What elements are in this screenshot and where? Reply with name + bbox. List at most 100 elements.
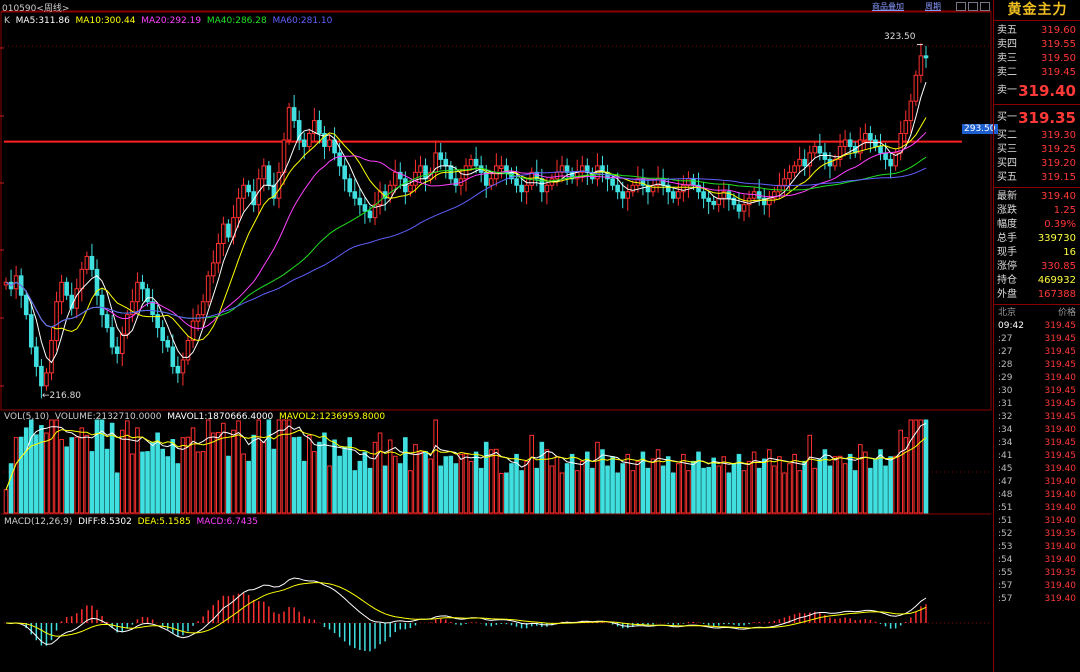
volume-bar <box>256 419 262 514</box>
candle-body <box>28 314 34 348</box>
volume-bar <box>630 470 636 514</box>
candle-body <box>473 158 479 167</box>
bid1-row: 买一 319.35 <box>997 109 1076 127</box>
tick-row[interactable]: :57 319.40 <box>994 593 1080 606</box>
candle-body <box>802 158 807 167</box>
tick-row[interactable]: :31 319.45 <box>994 398 1080 411</box>
candle-body <box>261 165 267 180</box>
candle-body <box>842 139 848 147</box>
tick-row[interactable]: :57 319.40 <box>994 580 1080 593</box>
tick-row[interactable]: :32 319.45 <box>994 411 1080 424</box>
volume-bar <box>605 465 610 514</box>
tick-row[interactable]: :54 319.40 <box>994 554 1080 567</box>
volume-bar <box>408 470 413 514</box>
volume-bar <box>216 432 221 514</box>
volume-bar <box>483 441 489 514</box>
product-overlay-link[interactable]: 商品叠加 <box>872 1 904 12</box>
candle-body <box>175 365 181 374</box>
candle-body <box>822 152 828 160</box>
tick-row[interactable]: :30 319.45 <box>994 385 1080 398</box>
volume-bar <box>842 463 848 514</box>
tick-row[interactable]: :27 319.45 <box>994 333 1080 346</box>
candle-body <box>89 255 95 270</box>
volume-bar <box>28 419 34 514</box>
tick-row[interactable]: :55 319.35 <box>994 567 1080 580</box>
candle-body <box>54 301 59 342</box>
volume-bar <box>893 455 898 514</box>
k-label: K <box>4 16 10 26</box>
volume-bar <box>74 436 80 514</box>
candle-body <box>281 139 287 173</box>
ask-list: 卖五 319.60 卖四 319.55 卖三 319.50 卖二 319.45 <box>994 21 1080 80</box>
kline-chart[interactable] <box>0 0 992 672</box>
volume-bar <box>812 467 818 514</box>
volume-bar <box>155 432 160 514</box>
volume-bar <box>175 463 181 514</box>
volume-bar <box>883 465 888 514</box>
volume-bar <box>524 460 529 514</box>
tick-list[interactable]: 09:42 319.45:27 319.45:27 319.45:28 319.45:2… <box>994 320 1080 606</box>
candle-body <box>200 301 206 316</box>
tick-row[interactable]: :48 319.40 <box>994 489 1080 502</box>
volume-bar <box>418 451 423 514</box>
volume-bar <box>392 455 398 514</box>
volume-bar <box>64 446 69 514</box>
tick-row[interactable]: :52 319.35 <box>994 528 1080 541</box>
volume-bar <box>403 437 408 514</box>
quote-panel: 黄金主力 卖五 319.60 卖四 319.55 卖三 319.50 卖二 319.45 卖一… <box>993 0 1080 672</box>
tick-row[interactable]: :41 319.45 <box>994 450 1080 463</box>
volume-bar <box>160 448 166 514</box>
volume-bar <box>458 453 464 514</box>
ma10-label: MA10:300.44 <box>75 16 136 26</box>
minimize-icon[interactable] <box>956 2 966 11</box>
candle-body <box>236 197 241 219</box>
tick-row[interactable]: :51 319.40 <box>994 515 1080 528</box>
tick-row[interactable]: :53 319.40 <box>994 541 1080 554</box>
candle-body <box>736 204 742 212</box>
vol-legend: VOL(5,10) VOLUME:2132710.0000 MAVOL1:187… <box>4 412 386 422</box>
maximize-icon[interactable] <box>968 2 978 11</box>
candle-body <box>44 372 49 387</box>
candle-body <box>241 184 246 199</box>
tick-row[interactable]: :34 319.45 <box>994 437 1080 450</box>
tick-row[interactable]: :28 319.45 <box>994 359 1080 372</box>
candle-body <box>109 327 115 348</box>
tick-row[interactable]: :51 319.40 <box>994 502 1080 515</box>
volume-bar <box>857 444 863 514</box>
period-link[interactable]: 周期 <box>925 1 941 12</box>
volume-bar <box>428 458 433 514</box>
volume-bar <box>726 472 732 514</box>
volume-bar <box>711 457 716 514</box>
volume-bar <box>650 458 656 514</box>
tick-row[interactable]: :34 319.40 <box>994 424 1080 437</box>
candle-body <box>686 178 691 186</box>
tick-row[interactable]: :27 319.45 <box>994 346 1080 359</box>
volume-bar <box>676 463 681 514</box>
close-icon[interactable] <box>980 2 990 11</box>
volume-bar <box>301 460 307 514</box>
volume-bar <box>205 419 211 514</box>
candle-body <box>423 165 428 180</box>
tick-row[interactable]: 09:42 319.45 <box>994 320 1080 333</box>
volume-bar <box>579 460 585 514</box>
candle-body <box>327 139 332 147</box>
volume-bar <box>463 453 469 514</box>
stats-list: 最新 319.40 涨跌 1.25 幅度 0.39% 总手 339730 现手 16 涨停 330.8… <box>994 190 1080 302</box>
tick-row[interactable]: :29 319.40 <box>994 372 1080 385</box>
tick-row[interactable]: :47 319.40 <box>994 476 1080 489</box>
ask-row: 卖三 319.50 <box>997 53 1076 64</box>
volume-bar <box>342 446 347 514</box>
candle-body <box>766 197 772 206</box>
stat-row: 涨跌 1.25 <box>997 205 1076 216</box>
chart-area[interactable]: 010590<周线> 商品叠加 周期 K MA5:311.86 MA10:300… <box>0 0 998 672</box>
volume-bar <box>453 463 459 514</box>
candle-body <box>160 327 166 342</box>
volume-bar <box>665 456 671 514</box>
candle-body <box>564 165 570 173</box>
candle-body <box>610 178 615 186</box>
candle-body <box>347 178 353 193</box>
candle-body <box>711 200 716 206</box>
tick-row[interactable]: :45 319.40 <box>994 463 1080 476</box>
candle-body <box>210 262 216 277</box>
ask1-row: 卖一 319.40 <box>997 82 1076 100</box>
